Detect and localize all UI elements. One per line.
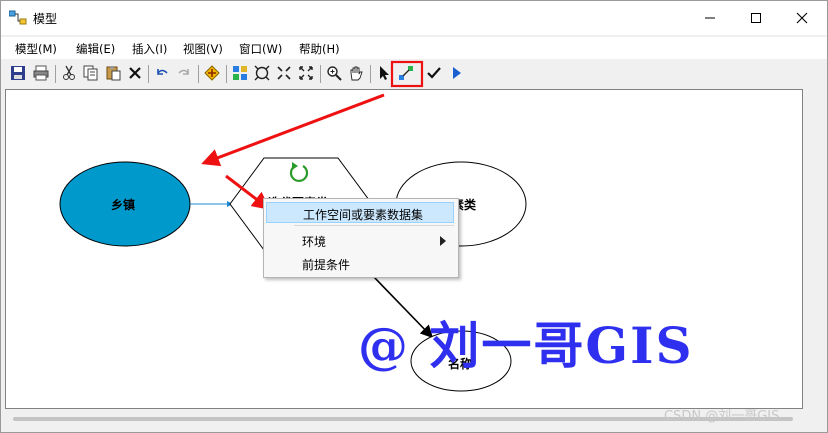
zoom-in-fixed-icon[interactable] [276, 65, 294, 83]
menu-bar: 模型(M) 编辑(E) 插入(I) 视图(V) 窗口(W) 帮助(H) [1, 37, 827, 59]
menu-item-environment[interactable]: 环境 [266, 230, 454, 251]
window-title: 模型 [33, 12, 58, 26]
redo-icon[interactable] [176, 65, 194, 83]
toolbar-separator [320, 65, 321, 83]
toolbar-separator [198, 65, 199, 83]
menu-edit[interactable]: 编辑(E) [76, 41, 115, 57]
vertical-scrollbar[interactable] [803, 89, 823, 409]
toolbar-separator [226, 65, 227, 83]
close-button[interactable] [779, 1, 825, 35]
model-icon [8, 10, 27, 30]
context-menu: 工作空间或要素数据集 环境 前提条件 [263, 198, 459, 278]
print-icon[interactable] [33, 65, 51, 83]
watermark-text: @ 刘一哥GIS [358, 316, 694, 375]
menu-model[interactable]: 模型(M) [15, 41, 57, 57]
add-data-icon[interactable] [204, 65, 222, 83]
minimize-button[interactable] [687, 1, 733, 35]
submenu-arrow-icon [440, 235, 446, 249]
input-node-label: 乡镇 [111, 198, 136, 212]
menu-item-preconditions[interactable]: 前提条件 [266, 253, 454, 274]
validate-check-icon[interactable] [426, 65, 444, 83]
toolbar-separator [55, 65, 56, 83]
toolbar-separator [148, 65, 149, 83]
pan-hand-icon[interactable] [348, 65, 366, 83]
zoom-out-fixed-icon[interactable] [298, 65, 316, 83]
maximize-button[interactable] [733, 1, 779, 35]
full-extent-icon[interactable] [254, 65, 272, 83]
menu-item-label: 前提条件 [302, 258, 351, 272]
copy-icon[interactable] [83, 65, 101, 83]
cut-icon[interactable] [61, 65, 79, 83]
menu-view[interactable]: 视图(V) [183, 41, 223, 57]
title-bar: 模型 [1, 1, 827, 35]
zoom-icon[interactable] [326, 65, 344, 83]
undo-icon[interactable] [154, 65, 172, 83]
save-icon[interactable] [10, 65, 28, 83]
toolbar [1, 61, 827, 87]
menu-help[interactable]: 帮助(H) [299, 41, 340, 57]
menu-item-workspace-dataset[interactable]: 工作空间或要素数据集 [266, 202, 454, 223]
select-pointer-icon[interactable] [377, 65, 395, 83]
delete-icon[interactable] [127, 65, 145, 83]
menu-insert[interactable]: 插入(I) [132, 41, 167, 57]
connect-icon[interactable] [398, 65, 416, 83]
run-icon[interactable] [448, 65, 466, 83]
toolbar-separator [370, 65, 371, 83]
menu-window[interactable]: 窗口(W) [239, 41, 282, 57]
menu-separator [294, 225, 454, 226]
menu-item-label: 环境 [302, 235, 327, 249]
menu-item-label: 工作空间或要素数据集 [303, 208, 424, 222]
paste-icon[interactable] [105, 65, 123, 83]
credit-text: CSDN @刘一哥GIS [664, 409, 780, 424]
auto-layout-icon[interactable] [232, 65, 250, 83]
